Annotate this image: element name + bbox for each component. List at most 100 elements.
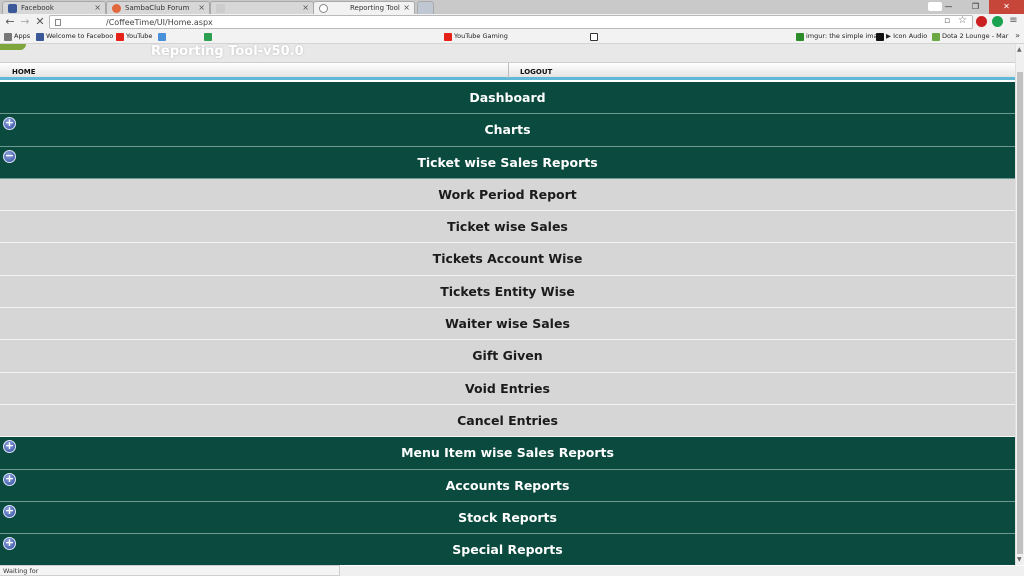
browser-tab-strip: Facebook × SambaClub Forum × × Reporting… (0, 0, 1024, 15)
bookmark-facebook[interactable]: Welcome to Faceboo (36, 32, 114, 41)
more-bookmarks-icon[interactable]: » (1015, 31, 1020, 40)
menu-section-dashboard[interactable]: Dashboard (0, 82, 1015, 115)
new-tab-button[interactable] (417, 1, 434, 14)
grammarly-extension-icon[interactable] (992, 16, 1003, 27)
bookmark-apps[interactable]: Apps (4, 32, 30, 41)
tab-label: Reporting Tool (350, 4, 400, 12)
imgur-icon (796, 33, 804, 41)
opera-extension-icon[interactable] (976, 16, 987, 27)
bookmark-youtube-gaming[interactable]: YouTube Gaming (444, 32, 508, 41)
youtube-gaming-icon (444, 33, 452, 41)
page-icon (55, 19, 61, 26)
youtube-icon (116, 33, 124, 41)
menu-label: Gift Given (472, 348, 543, 364)
menu-item-cancel-entries[interactable]: Cancel Entries (0, 404, 1015, 438)
vertical-scrollbar[interactable]: ▲ ▼ (1015, 44, 1024, 565)
menu-item-tickets-account-wise[interactable]: Tickets Account Wise (0, 243, 1015, 276)
logo-icon (0, 44, 26, 50)
sambaclub-icon (112, 4, 121, 13)
menu-label: Void Entries (465, 380, 550, 396)
menu-label: Dashboard (469, 90, 546, 105)
close-icon[interactable]: × (403, 3, 410, 12)
menu-section-charts[interactable]: + Charts (0, 114, 1015, 147)
page-viewport: Reporting Tool-v50.0 HOME LOGOUT Dashboa… (0, 44, 1015, 565)
bookmark-label: Welcome to Faceboo (46, 32, 114, 40)
icon-audio-icon (876, 33, 884, 41)
expand-plus-icon[interactable]: + (3, 504, 16, 518)
menu-label: Tickets Entity Wise (440, 283, 575, 299)
facebook-icon (36, 33, 44, 41)
expand-plus-icon[interactable]: + (3, 440, 16, 454)
menu-icon[interactable]: ≡ (1008, 16, 1019, 27)
star-bookmark-icon[interactable]: ☆ (958, 16, 969, 27)
menu-item-gift-given[interactable]: Gift Given (0, 340, 1015, 373)
expand-plus-icon[interactable]: + (3, 472, 16, 486)
menu-item-tickets-entity-wise[interactable]: Tickets Entity Wise (0, 275, 1015, 309)
bookmark-label: ▶ Icon Audio (886, 32, 928, 40)
close-icon[interactable]: × (302, 3, 309, 12)
menu-label: Tickets Account Wise (432, 251, 583, 267)
bookmark-label: Dota 2 Lounge - Mar (942, 32, 1009, 40)
facebook-icon (8, 4, 17, 13)
menu-label: Waiter wise Sales (445, 316, 570, 332)
apps-grid-icon (4, 33, 12, 41)
menu-label: Ticket wise Sales (447, 219, 568, 235)
menu-label: Ticket wise Sales Reports (417, 154, 598, 170)
report-menu-accordion: Dashboard + Charts − Ticket wise Sales Repor… (0, 82, 1015, 565)
top-navigation: HOME LOGOUT (0, 62, 1015, 80)
loading-spinner-icon (319, 4, 328, 13)
menu-item-void-entries[interactable]: Void Entries (0, 372, 1015, 405)
menu-section-accounts-reports[interactable]: + Accounts Reports (0, 469, 1015, 502)
tab-sambaclub[interactable]: SambaClub Forum × (106, 1, 210, 14)
bookmark-imgur[interactable]: imgur: the simple ima (796, 32, 878, 41)
bookmark-youtube[interactable]: YouTube (116, 32, 153, 41)
horizontal-scroll-track (340, 566, 1024, 576)
menu-label: Special Reports (452, 542, 563, 558)
expand-plus-icon[interactable]: + (3, 117, 16, 131)
expand-plus-icon[interactable]: + (3, 537, 16, 551)
bookmark-dota2-lounge[interactable]: Dota 2 Lounge - Mar (932, 32, 1009, 41)
bookmark-label: imgur: the simple ima (806, 32, 878, 40)
scrollbar-thumb[interactable] (1017, 72, 1023, 554)
bookmark-label: YouTube (126, 32, 153, 40)
scroll-down-icon[interactable]: ▼ (1017, 556, 1022, 563)
tab-facebook[interactable]: Facebook × (2, 1, 106, 14)
tab-redacted[interactable]: × (210, 1, 314, 14)
stop-icon[interactable]: ✕ (33, 15, 47, 29)
tab-reporting-tool[interactable]: Reporting Tool × (313, 1, 415, 15)
browser-toolbar: ← → ✕ /CoffeeTime/UI/Home.aspx ▫ ☆ ≡ (0, 14, 1024, 31)
menu-label: Cancel Entries (457, 412, 558, 428)
window-controls: — ❐ ✕ (935, 0, 1024, 14)
collapse-minus-icon[interactable]: − (3, 149, 16, 163)
nav-home-link[interactable]: HOME (12, 68, 36, 76)
menu-item-waiter-wise-sales[interactable]: Waiter wise Sales (0, 308, 1015, 341)
tab-label: SambaClub Forum (125, 4, 190, 12)
menu-section-menu-item-wise-sales-reports[interactable]: + Menu Item wise Sales Reports (0, 437, 1015, 470)
close-icon[interactable]: × (198, 3, 205, 12)
bookmarks-bar: Apps Welcome to Faceboo YouTube YouTube … (0, 31, 1024, 44)
menu-section-ticket-wise-sales-reports[interactable]: − Ticket wise Sales Reports (0, 146, 1015, 179)
scroll-up-icon[interactable]: ▲ (1017, 46, 1022, 53)
tab-label: Facebook (21, 4, 54, 12)
close-icon[interactable]: × (94, 3, 101, 12)
nav-logout-link[interactable]: LOGOUT (520, 68, 552, 76)
bookmark-label: YouTube Gaming (454, 32, 508, 40)
window-close-button[interactable]: ✕ (989, 0, 1024, 14)
bookmark-icon-audio[interactable]: ▶ Icon Audio (876, 32, 928, 41)
forward-arrow-icon[interactable]: → (18, 15, 32, 29)
maximize-button[interactable]: ❐ (962, 0, 989, 14)
menu-section-special-reports[interactable]: + Special Reports (0, 534, 1015, 565)
menu-section-stock-reports[interactable]: + Stock Reports (0, 501, 1015, 535)
page-settings-icon[interactable]: ▫ (944, 17, 955, 28)
app-header: Reporting Tool-v50.0 (0, 44, 1015, 62)
menu-label: Accounts Reports (445, 477, 570, 493)
minimize-button[interactable]: — (935, 0, 962, 14)
menu-item-work-period-report[interactable]: Work Period Report (0, 178, 1015, 212)
status-text: Waiting for (3, 567, 39, 575)
page-icon (158, 33, 166, 41)
address-bar[interactable]: /CoffeeTime/UI/Home.aspx (49, 15, 973, 29)
menu-label: Work Period Report (438, 186, 577, 202)
browser-status-bar: Waiting for (0, 565, 340, 576)
back-arrow-icon[interactable]: ← (3, 15, 17, 29)
menu-item-ticket-wise-sales[interactable]: Ticket wise Sales (0, 211, 1015, 244)
